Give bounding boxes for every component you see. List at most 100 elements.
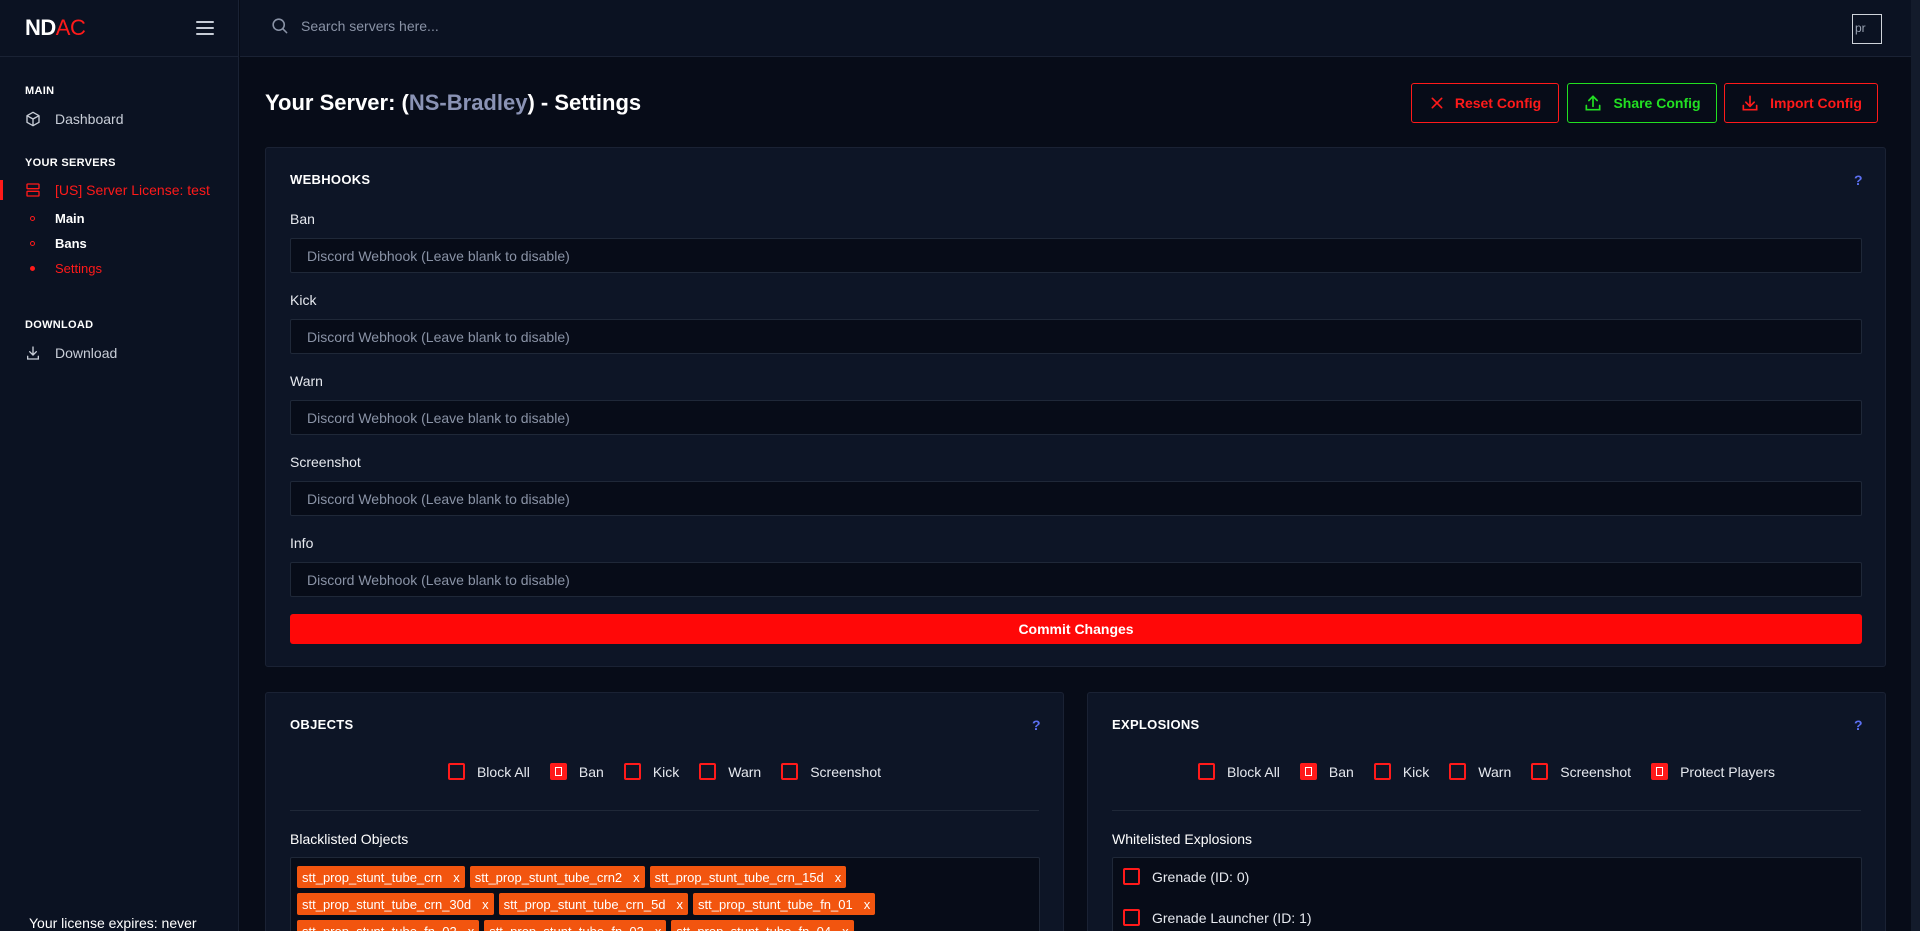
button-label: Import Config [1770,95,1862,111]
import-config-button[interactable]: Import Config [1724,83,1878,123]
object-tag: stt_prop_stunt_tube_fn_02 x [297,920,480,931]
sidebar: NDAC MAIN Dashboard YOUR SERVERS [US] Se… [0,0,239,931]
objects-kick-checkbox[interactable]: Kick [623,763,680,780]
checkbox-label: Block All [476,763,530,780]
explosions-warn-checkbox[interactable]: Warn [1449,763,1511,780]
explosions-kick-checkbox[interactable]: Kick [1373,763,1430,780]
title-suffix: ) - Settings [527,90,642,115]
info-webhook-label: Info [290,535,314,551]
remove-tag-icon[interactable]: x [482,897,489,912]
checkbox-label: Warn [1478,763,1512,780]
button-label: Share Config [1613,95,1701,111]
remove-tag-icon[interactable]: x [677,897,684,912]
remove-tag-icon[interactable]: x [655,924,662,931]
sidebar-item-dashboard[interactable]: Dashboard [25,111,124,127]
objects-screenshot-checkbox[interactable]: Screenshot [781,763,881,780]
download-icon [27,346,39,360]
sidebar-subitem-bans[interactable]: Bans [30,236,87,251]
license-expiry: Your license expires: never [29,915,197,931]
checkbox-box [549,763,567,780]
tag-label: stt_prop_stunt_tube_crn_15d [654,869,824,885]
tag-label: stt_prop_stunt_tube_crn_5d [503,896,666,912]
explosions-block-all-checkbox[interactable]: Block All [1198,763,1280,780]
screenshot-webhook-input[interactable] [290,481,1862,516]
checkbox-label: Grenade Launcher (ID: 1) [1152,909,1312,926]
sidebar-subitem-main[interactable]: Main [30,211,85,226]
ban-webhook-input[interactable] [290,238,1862,273]
explosions-ban-checkbox[interactable]: Ban [1299,763,1354,780]
cube-icon [26,111,40,127]
explosions-screenshot-checkbox[interactable]: Screenshot [1531,763,1631,780]
remove-tag-icon[interactable]: x [633,870,640,885]
search-input[interactable] [301,17,901,34]
section-download-heading: DOWNLOAD [25,319,94,331]
explosions-protect-players-checkbox[interactable]: Protect Players [1651,763,1775,780]
checkbox-label: Screenshot [810,763,882,780]
remove-tag-icon[interactable]: x [864,897,871,912]
reset-config-button[interactable]: Reset Config [1411,83,1559,123]
logo-text-ac: AC [55,15,86,40]
upload-icon [1585,95,1601,111]
remove-tag-icon[interactable]: x [835,870,842,885]
checkbox-box [699,763,717,780]
bullet-icon [30,241,35,246]
remove-tag-icon[interactable]: x [468,924,475,931]
info-webhook-input[interactable] [290,562,1862,597]
object-tag: stt_prop_stunt_tube_fn_04 x [671,920,854,931]
section-servers-heading: YOUR SERVERS [25,157,116,169]
help-icon[interactable]: ? [1854,717,1863,733]
checkbox-box [1198,763,1215,780]
help-icon[interactable]: ? [1854,172,1863,188]
objects-options: Block All Ban Kick Warn Screenshot [266,763,1063,780]
avatar[interactable]: pr [1852,14,1882,44]
explosion-grenade-launcher-checkbox[interactable]: Grenade Launcher (ID: 1) [1123,909,1312,926]
tag-label: stt_prop_stunt_tube_fn_02 [302,923,457,931]
checkbox-box [1373,763,1391,780]
webhooks-title: WEBHOOKS [290,172,371,187]
subitem-label: Main [55,211,85,226]
checkbox-box [1299,763,1317,780]
object-tag: stt_prop_stunt_tube_crn_15d x [649,866,847,888]
server-name: NS-Bradley [408,90,528,115]
subitem-label: Bans [55,236,87,251]
button-label: Reset Config [1454,95,1542,111]
checkbox-label: Kick [1402,763,1430,780]
warn-webhook-input[interactable] [290,400,1862,435]
tag-label: stt_prop_stunt_tube_fn_01 [698,896,853,912]
checkbox-box [1531,763,1549,780]
explosion-grenade-checkbox[interactable]: Grenade (ID: 0) [1123,868,1249,885]
object-tag: stt_prop_stunt_tube_crn_5d x [498,893,689,915]
explosions-card: EXPLOSIONS ? Block All Ban Kick Warn Scr… [1087,692,1886,931]
sidebar-item-server[interactable]: [US] Server License: test [25,182,210,198]
scrollbar[interactable] [1911,0,1920,931]
share-config-button[interactable]: Share Config [1567,83,1717,123]
logo[interactable]: NDAC [25,15,86,41]
objects-block-all-checkbox[interactable]: Block All [447,763,530,780]
checkbox-box [1123,868,1140,885]
section-main-heading: MAIN [25,85,55,97]
remove-tag-icon[interactable]: x [842,924,849,931]
tag-label: stt_prop_stunt_tube_crn_30d [302,896,472,912]
search-icon [272,18,288,34]
hamburger-menu-icon[interactable] [196,21,214,35]
commit-changes-button[interactable]: Commit Changes [290,614,1862,644]
objects-title: OBJECTS [290,717,354,732]
logo-text-nd: ND [25,15,56,40]
checkbox-label: Kick [652,763,680,780]
help-icon[interactable]: ? [1032,717,1041,733]
screenshot-webhook-label: Screenshot [290,454,361,470]
remove-tag-icon[interactable]: x [453,870,460,885]
warn-webhook-label: Warn [290,373,323,389]
blacklisted-objects-input[interactable]: stt_prop_stunt_tube_crn x stt_prop_stunt_… [290,857,1040,931]
objects-ban-checkbox[interactable]: Ban [549,763,604,780]
brand-bar: NDAC [0,0,238,57]
explosions-title: EXPLOSIONS [1112,717,1200,732]
kick-webhook-input[interactable] [290,319,1862,354]
title-prefix: Your Server: ( [265,90,409,115]
sidebar-item-download[interactable]: Download [25,345,117,361]
blacklisted-objects-label: Blacklisted Objects [290,831,409,847]
ban-webhook-label: Ban [290,211,315,227]
sidebar-subitem-settings[interactable]: Settings [30,261,102,276]
objects-warn-checkbox[interactable]: Warn [699,763,761,780]
checkbox-label: Screenshot [1560,763,1632,780]
